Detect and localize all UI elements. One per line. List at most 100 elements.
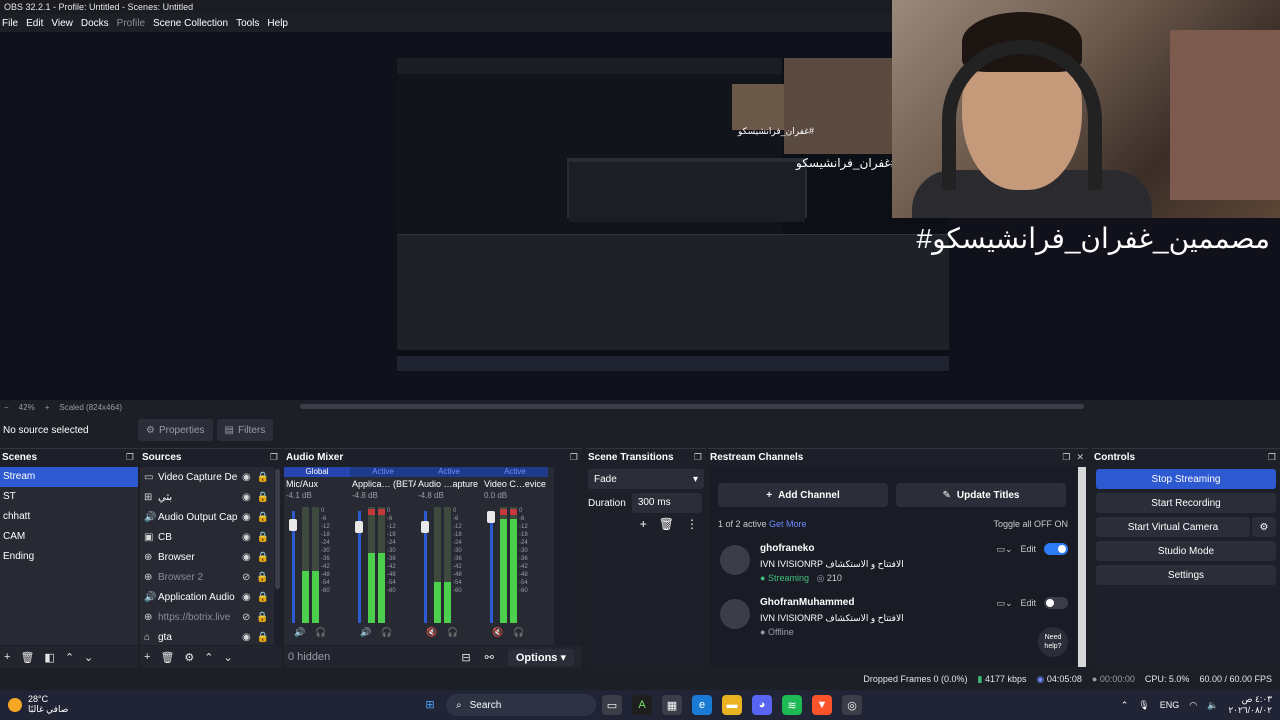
brave-icon[interactable]: ▼: [812, 695, 832, 715]
headphones-icon[interactable]: 🎧: [315, 627, 326, 638]
lock-icon[interactable]: 🔒: [257, 532, 269, 543]
get-more-link[interactable]: Get More: [769, 519, 807, 529]
volume-fader-handle[interactable]: [487, 511, 495, 523]
chevron-up-icon[interactable]: ⌃: [204, 651, 213, 664]
eye-icon[interactable]: ◉: [242, 532, 251, 543]
stop-streaming-button[interactable]: Stop Streaming: [1096, 469, 1276, 489]
channel-name[interactable]: Audio …apture: [416, 477, 482, 491]
lock-icon[interactable]: 🔒: [256, 612, 268, 623]
source-item[interactable]: ⊕ Browser ◉ 🔒: [140, 547, 274, 567]
add-icon[interactable]: +: [144, 651, 150, 663]
speaker-muted-icon[interactable]: 🔇: [426, 627, 437, 638]
undock-icon[interactable]: ❐: [694, 452, 702, 463]
restream-scrollbar[interactable]: [1078, 467, 1086, 667]
speaker-icon[interactable]: 🔊: [360, 627, 371, 638]
volume-fader-handle[interactable]: [355, 521, 363, 533]
zoom-in-button[interactable]: +: [45, 403, 50, 412]
chevron-down-icon[interactable]: ⌄: [84, 651, 93, 664]
menu-help[interactable]: Help: [267, 18, 292, 29]
update-titles-button[interactable]: ✎ Update Titles: [896, 483, 1066, 507]
lock-icon[interactable]: 🔒: [257, 592, 269, 603]
volume-icon[interactable]: 🔈: [1207, 700, 1218, 711]
eye-icon[interactable]: ◉: [242, 472, 251, 483]
channel-name[interactable]: Mic/Aux: [284, 477, 350, 491]
eye-icon[interactable]: ◉: [242, 632, 251, 643]
edge-icon[interactable]: e: [692, 695, 712, 715]
channel-name[interactable]: Video C…evice 2: [482, 477, 548, 491]
need-help-button[interactable]: Need help?: [1038, 627, 1068, 657]
add-channel-button[interactable]: + Add Channel: [718, 483, 888, 507]
spotify-icon[interactable]: ≋: [782, 695, 802, 715]
channel-name[interactable]: Applica… (BETA): [350, 477, 416, 491]
taskbar-search[interactable]: ⌕ Search: [446, 694, 596, 716]
chevron-up-icon[interactable]: ⌃: [65, 651, 74, 664]
link-icon[interactable]: ⚯: [485, 651, 494, 664]
properties-button[interactable]: ⚙ Properties: [138, 419, 213, 441]
undock-icon[interactable]: ❐: [1268, 452, 1276, 463]
menu-file[interactable]: File: [2, 18, 22, 29]
eye-icon[interactable]: ◉: [242, 492, 251, 503]
obs-icon[interactable]: ◎: [842, 695, 862, 715]
scene-item[interactable]: Stream: [0, 467, 138, 487]
eye-icon[interactable]: ◉: [242, 592, 251, 603]
add-icon[interactable]: +: [640, 517, 647, 531]
settings-button[interactable]: Settings: [1096, 565, 1276, 585]
menu-edit[interactable]: Edit: [26, 18, 47, 29]
scene-item[interactable]: chhatt: [0, 507, 138, 527]
start-virtual-camera-button[interactable]: Start Virtual Camera: [1096, 517, 1250, 537]
menu-scene-collection[interactable]: Scene Collection: [153, 18, 232, 29]
monitor-icon[interactable]: ▭⌄: [996, 544, 1012, 555]
weather-widget[interactable]: 28°C صافي غالبًا: [8, 694, 68, 715]
mic-icon[interactable]: 🎙: [1138, 700, 1149, 711]
sources-scrollbar[interactable]: [275, 469, 280, 589]
scene-item[interactable]: Ending: [0, 547, 138, 567]
menu-view[interactable]: View: [51, 18, 77, 29]
source-item[interactable]: ⊕ https://botrix.live ⊘ 🔒: [140, 607, 274, 627]
lock-icon[interactable]: 🔒: [256, 572, 268, 583]
lock-icon[interactable]: 🔒: [257, 492, 269, 503]
windows-start-icon[interactable]: ⊞: [420, 694, 440, 714]
volume-fader-handle[interactable]: [289, 519, 297, 531]
volume-fader-handle[interactable]: [421, 521, 429, 533]
monitor-icon[interactable]: ▭⌄: [996, 598, 1012, 609]
toggle-all-off[interactable]: OFF: [1034, 519, 1052, 529]
source-item[interactable]: 🔊 Audio Output Cap ◉ 🔒: [140, 507, 274, 527]
undock-icon[interactable]: ❐: [126, 452, 134, 463]
source-item[interactable]: ⊕ Browser 2 ⊘ 🔒: [140, 567, 274, 587]
speaker-muted-icon[interactable]: 🔇: [492, 627, 503, 638]
layout-icon[interactable]: ⊟: [461, 651, 470, 664]
channel-toggle[interactable]: [1044, 597, 1068, 609]
chevron-down-icon[interactable]: ⌄: [224, 651, 233, 664]
source-item[interactable]: ▣ CB ◉ 🔒: [140, 527, 274, 547]
more-icon[interactable]: ⋮: [686, 517, 698, 531]
eye-icon[interactable]: ◉: [242, 552, 251, 563]
eye-off-icon[interactable]: ⊘: [242, 572, 250, 583]
lock-icon[interactable]: 🔒: [257, 472, 269, 483]
preview-scrollbar[interactable]: [300, 404, 1084, 409]
language[interactable]: ENG: [1160, 700, 1180, 710]
channel-toggle[interactable]: [1044, 543, 1068, 555]
lock-icon[interactable]: 🔒: [257, 552, 269, 563]
add-icon[interactable]: +: [4, 651, 10, 663]
options-button[interactable]: Options ▾: [507, 648, 574, 666]
folder-icon[interactable]: ▬: [722, 695, 742, 715]
edit-link[interactable]: Edit: [1020, 544, 1036, 554]
app-icon[interactable]: A: [632, 695, 652, 715]
virtual-camera-settings-button[interactable]: ⚙: [1252, 517, 1276, 537]
eye-off-icon[interactable]: ⊘: [242, 612, 250, 623]
discord-icon[interactable]: ◕: [752, 695, 772, 715]
headphones-icon[interactable]: 🎧: [381, 627, 392, 638]
store-icon[interactable]: ▦: [662, 695, 682, 715]
gear-icon[interactable]: ⚙: [184, 651, 194, 664]
trash-icon[interactable]: 🗑: [160, 651, 174, 664]
menu-tools[interactable]: Tools: [236, 18, 263, 29]
start-recording-button[interactable]: Start Recording: [1096, 493, 1276, 513]
filter-icon[interactable]: ◧: [44, 651, 54, 664]
scene-item[interactable]: ST: [0, 487, 138, 507]
zoom-out-button[interactable]: −: [4, 403, 9, 412]
close-icon[interactable]: ✕: [1076, 452, 1084, 463]
volume-fader-track[interactable]: [490, 511, 493, 623]
toggle-all-on[interactable]: ON: [1055, 519, 1069, 529]
trash-icon[interactable]: 🗑: [659, 517, 674, 531]
filters-button[interactable]: ▤ Filters: [216, 419, 274, 441]
